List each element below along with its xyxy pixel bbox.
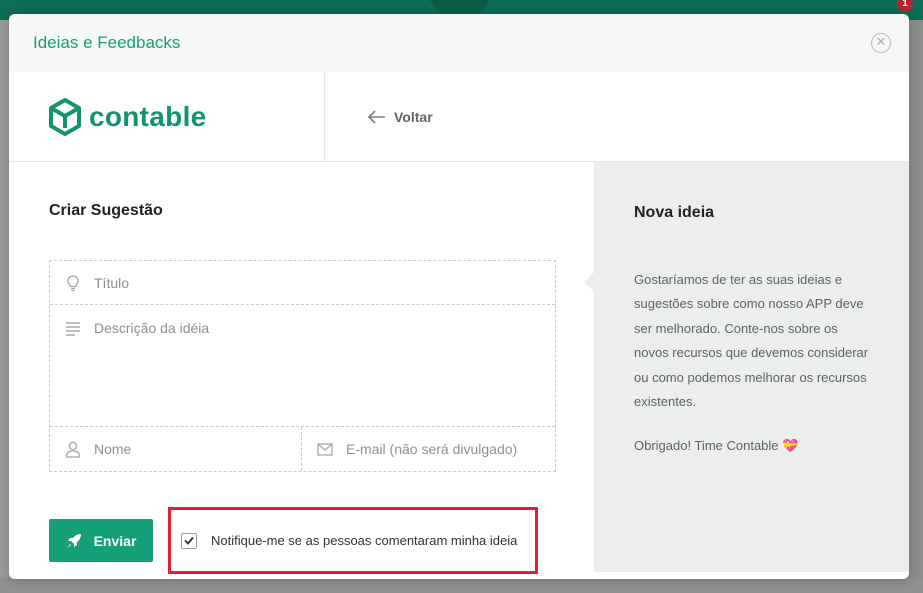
- notify-label[interactable]: Notifique-me se as pessoas comentaram mi…: [211, 533, 517, 548]
- notify-checkbox[interactable]: [181, 532, 197, 549]
- send-button[interactable]: Enviar: [49, 519, 153, 562]
- info-title: Nova ideia: [634, 204, 715, 221]
- modal-header: Ideias e Feedbacks ✕: [9, 14, 909, 72]
- feedback-modal: Ideias e Feedbacks ✕ contable Voltar Cri…: [9, 14, 909, 579]
- notify-option-highlight: Notifique-me se as pessoas comentaram mi…: [168, 507, 538, 574]
- send-label: Enviar: [93, 532, 137, 549]
- arrow-left-icon: [368, 109, 385, 124]
- suggestion-form-pane: Criar Sugestão Título Descrição da idéia: [9, 162, 594, 574]
- background-bottom-area: [0, 578, 923, 593]
- user-icon: [65, 441, 81, 458]
- cube-logo-icon: [49, 97, 81, 136]
- info-text: Gostaríamos de ter as suas ideias e suge…: [634, 272, 869, 410]
- back-button[interactable]: Voltar: [368, 109, 433, 125]
- form-actions: Enviar Notifique-me se as pessoas coment…: [49, 507, 594, 574]
- rocket-icon: [66, 533, 81, 548]
- thanks-text: Obrigado! Time Contable: [634, 438, 779, 454]
- title-input[interactable]: Título: [50, 261, 555, 305]
- modal-title: Ideias e Feedbacks: [33, 33, 181, 52]
- text-lines-icon: [66, 322, 80, 336]
- description-textarea[interactable]: Descrição da idéia: [50, 305, 555, 427]
- info-pane: Nova ideia Gostaríamos de ter as suas id…: [584, 162, 909, 572]
- suggestion-form: Título Descrição da idéia Nome E-mail (n…: [49, 260, 556, 472]
- envelope-icon: [317, 443, 333, 456]
- modal-content: Criar Sugestão Título Descrição da idéia: [9, 162, 909, 574]
- email-input[interactable]: E-mail (não será divulgado): [302, 427, 555, 471]
- brand-logo: contable: [9, 72, 325, 161]
- back-label: Voltar: [394, 108, 433, 125]
- section-title: Criar Sugestão: [49, 202, 163, 219]
- heart-gift-icon: 💝: [782, 438, 799, 454]
- description-placeholder: Descrição da idéia: [94, 320, 210, 336]
- contact-row: Nome E-mail (não será divulgado): [50, 427, 555, 471]
- brand-row: contable Voltar: [9, 72, 909, 162]
- title-placeholder: Título: [94, 275, 130, 291]
- name-placeholder: Nome: [94, 441, 132, 457]
- lightbulb-icon: [67, 275, 79, 292]
- back-cell: Voltar: [325, 72, 433, 161]
- close-icon[interactable]: ✕: [871, 33, 891, 53]
- info-thanks: Obrigado! Time Contable 💝: [634, 438, 869, 454]
- name-input[interactable]: Nome: [50, 427, 302, 471]
- logo-text: contable: [89, 100, 207, 132]
- email-placeholder: E-mail (não será divulgado): [346, 441, 518, 457]
- checkmark-icon: [184, 536, 194, 545]
